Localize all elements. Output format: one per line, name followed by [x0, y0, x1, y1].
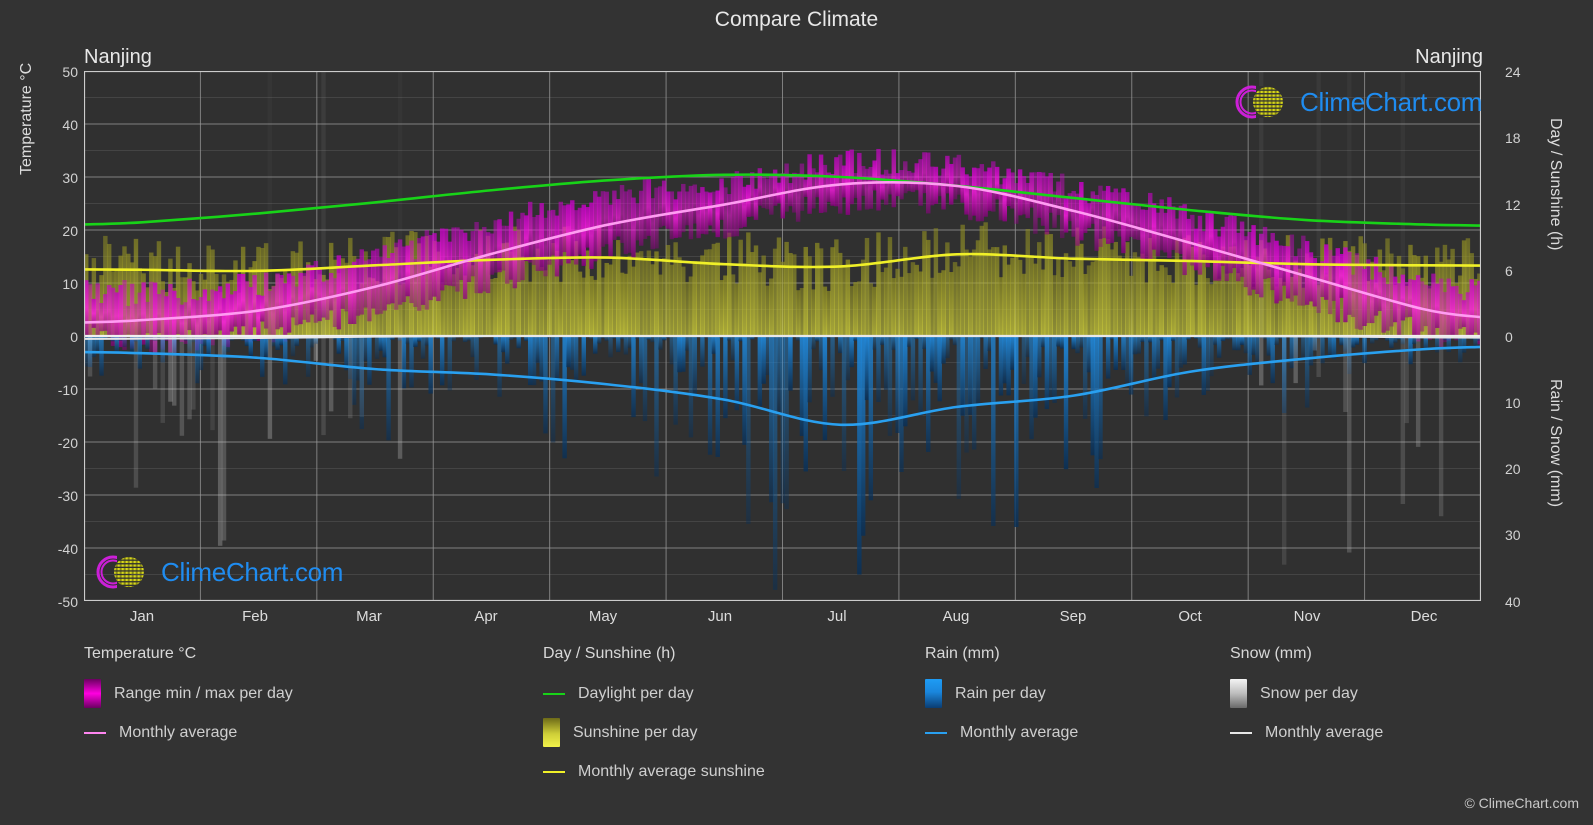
y-tick-rain-10: 10	[1505, 395, 1521, 411]
temp-range-swatch	[84, 679, 101, 708]
legend-line-wrap	[84, 731, 119, 734]
x-tick-may: May	[588, 608, 618, 625]
climechart-logo-icon-bottom	[96, 555, 144, 589]
legend-item-sunshine-avg[interactable]: Monthly average sunshine	[543, 752, 765, 791]
snow-swatch	[1230, 679, 1247, 708]
y-tick-right-6: 6	[1505, 263, 1513, 279]
legend-item-rain-avg[interactable]: Monthly average	[925, 713, 1078, 752]
daylight-line-swatch	[543, 692, 565, 695]
legend-label: Monthly average	[960, 723, 1079, 741]
legend-item-rain[interactable]: Rain per day	[925, 674, 1078, 713]
legend-line-wrap	[543, 692, 578, 695]
temp-avg-line-swatch	[84, 731, 106, 734]
page-title: Compare Climate	[714, 8, 879, 31]
y-tick-left-30: 30	[62, 170, 78, 186]
x-tick-jul: Jul	[827, 608, 847, 625]
y-tick-left-m10: -10	[57, 382, 78, 398]
legend-item-sunshine[interactable]: Sunshine per day	[543, 713, 765, 752]
y-tick-rain-30: 30	[1505, 527, 1521, 543]
y-tick-left-m30: -30	[57, 488, 78, 504]
sunshine-swatch	[543, 718, 560, 747]
legend-swatch-wrap	[84, 679, 114, 708]
climate-chart-page: Compare Climate Nanjing Nanjing Temperat…	[0, 0, 1593, 825]
legend-swatch-wrap	[925, 679, 955, 708]
legend-label: Sunshine per day	[573, 723, 698, 741]
y-tick-rain-20: 20	[1505, 461, 1521, 477]
legend-group-title: Temperature °C	[84, 645, 197, 662]
x-tick-apr: Apr	[474, 608, 498, 625]
x-tick-mar: Mar	[356, 608, 382, 625]
y-tick-left-m40: -40	[57, 541, 78, 557]
x-tick-feb: Feb	[242, 608, 268, 625]
y-axis-label-rain-snow: Rain / Snow (mm)	[1547, 379, 1564, 508]
x-tick-jan: Jan	[129, 608, 155, 625]
legend-label: Snow per day	[1260, 684, 1358, 702]
legend-line-wrap	[1230, 731, 1265, 734]
y-tick-rain-40: 40	[1505, 594, 1521, 610]
legend-label: Daylight per day	[578, 684, 694, 702]
y-tick-right-24: 24	[1505, 64, 1521, 80]
legend-group-rain: Rain (mm) Rain per day Monthly average	[925, 645, 1078, 752]
y-tick-left-m50: -50	[57, 594, 78, 610]
climechart-logo-icon	[1235, 85, 1283, 119]
legend-group-snow: Snow (mm) Snow per day Monthly average	[1230, 645, 1383, 752]
legend-item-daylight[interactable]: Daylight per day	[543, 674, 765, 713]
chart-legend: Temperature °C Range min / max per day M…	[0, 645, 1593, 825]
watermark-logo-top: ClimeChart.com	[1232, 80, 1482, 124]
rain-avg-line-swatch	[925, 731, 947, 734]
y-tick-left-20: 20	[62, 223, 78, 239]
legend-item-temp-range[interactable]: Range min / max per day	[84, 674, 293, 713]
x-tick-dec: Dec	[1410, 608, 1438, 625]
watermark-logo-bottom: ClimeChart.com	[93, 550, 343, 594]
y-tick-left-10: 10	[62, 276, 78, 292]
watermark-text-top: ClimeChart.com	[1300, 86, 1483, 117]
rain-swatch	[925, 679, 942, 708]
city-label-right: Nanjing	[1415, 46, 1483, 68]
x-tick-jun: Jun	[707, 608, 733, 625]
watermark-text-bottom: ClimeChart.com	[161, 556, 344, 587]
legend-item-snow[interactable]: Snow per day	[1230, 674, 1383, 713]
legend-label: Monthly average	[1265, 723, 1384, 741]
legend-item-snow-avg[interactable]: Monthly average	[1230, 713, 1383, 752]
legend-group-day-sunshine: Day / Sunshine (h) Daylight per day Suns…	[543, 645, 765, 791]
y-tick-left-40: 40	[62, 117, 78, 133]
legend-group-temperature: Temperature °C Range min / max per day M…	[84, 645, 293, 752]
legend-line-wrap	[543, 770, 578, 773]
legend-label: Monthly average	[119, 723, 238, 741]
y-tick-right-12: 12	[1505, 197, 1521, 213]
legend-label: Range min / max per day	[114, 684, 293, 702]
legend-swatch-wrap	[1230, 679, 1260, 708]
y-tick-left-0: 0	[70, 329, 78, 345]
y-tick-right-0: 0	[1505, 329, 1513, 345]
y-tick-left-50: 50	[62, 64, 78, 80]
snow-avg-line-swatch	[1230, 731, 1252, 734]
chart-canvas	[84, 71, 1481, 601]
copyright-text: © ClimeChart.com	[1464, 795, 1579, 811]
legend-group-title: Day / Sunshine (h)	[543, 645, 676, 662]
y-tick-right-18: 18	[1505, 130, 1521, 146]
x-tick-nov: Nov	[1293, 608, 1321, 625]
legend-group-title: Rain (mm)	[925, 645, 1000, 662]
chart-plot-area	[84, 71, 1481, 601]
legend-swatch-wrap	[543, 718, 573, 747]
legend-item-temp-avg[interactable]: Monthly average	[84, 713, 293, 752]
legend-group-title: Snow (mm)	[1230, 645, 1312, 662]
legend-label: Monthly average sunshine	[578, 762, 765, 780]
y-tick-left-m20: -20	[57, 435, 78, 451]
legend-label: Rain per day	[955, 684, 1046, 702]
x-tick-sep: Sep	[1059, 608, 1087, 625]
sunshine-avg-line-swatch	[543, 770, 565, 773]
city-label-left: Nanjing	[84, 46, 152, 68]
x-tick-oct: Oct	[1178, 608, 1202, 625]
legend-line-wrap	[925, 731, 960, 734]
y-axis-label-day-sunshine: Day / Sunshine (h)	[1547, 118, 1564, 251]
x-tick-aug: Aug	[942, 608, 970, 625]
